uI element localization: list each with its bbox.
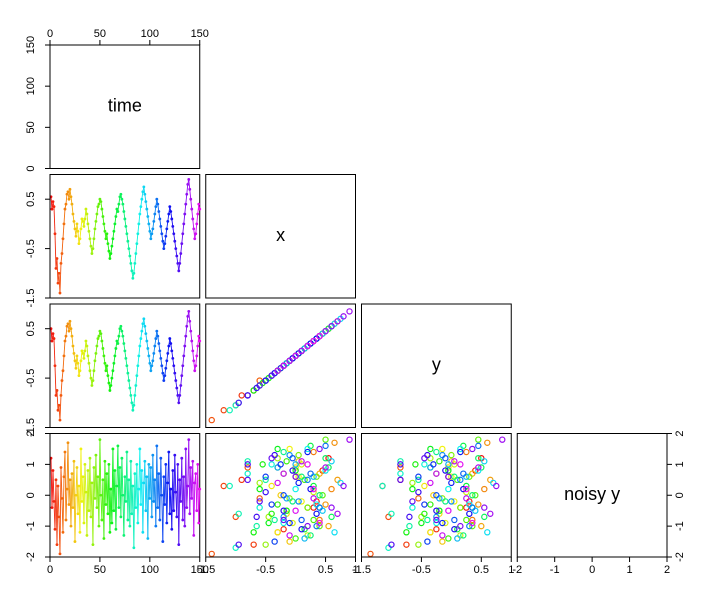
svg-text:0: 0	[25, 492, 37, 498]
panel-2-0	[50, 310, 202, 421]
svg-text:100: 100	[141, 564, 159, 576]
svg-text:150: 150	[191, 28, 209, 40]
svg-text:0.5: 0.5	[25, 192, 37, 207]
svg-text:-0.5: -0.5	[256, 564, 275, 576]
panel-label-noisy-y: noisy y	[564, 484, 620, 504]
panel-frame	[50, 304, 200, 428]
svg-text:-1.5: -1.5	[25, 289, 37, 308]
panel-label-x: x	[276, 225, 285, 245]
svg-text:2: 2	[25, 430, 37, 436]
panel-3-1	[209, 437, 352, 556]
svg-text:-0.5: -0.5	[25, 239, 37, 258]
svg-text:1: 1	[674, 461, 686, 467]
svg-text:0: 0	[47, 28, 53, 40]
panel-2-1	[209, 309, 352, 423]
svg-text:100: 100	[141, 28, 159, 40]
pairs-plot: timexynoisy y050100150050100150-1.5-0.50…	[0, 0, 712, 602]
svg-text:-2: -2	[674, 552, 686, 562]
svg-text:-2: -2	[25, 552, 37, 562]
panel-label-y: y	[432, 355, 441, 375]
svg-text:50: 50	[94, 564, 106, 576]
svg-text:-1: -1	[25, 521, 37, 531]
svg-text:-1: -1	[674, 521, 686, 531]
svg-text:0: 0	[674, 492, 686, 498]
svg-text:-0.5: -0.5	[412, 564, 431, 576]
svg-text:0: 0	[589, 564, 595, 576]
svg-text:-1.5: -1.5	[196, 564, 215, 576]
svg-text:50: 50	[94, 28, 106, 40]
svg-text:0.5: 0.5	[25, 321, 37, 336]
svg-text:0.5: 0.5	[318, 564, 333, 576]
svg-text:2: 2	[664, 564, 670, 576]
svg-text:0: 0	[47, 564, 53, 576]
svg-text:1: 1	[627, 564, 633, 576]
svg-text:0: 0	[25, 165, 37, 171]
svg-text:1: 1	[25, 461, 37, 467]
svg-text:100: 100	[25, 77, 37, 95]
svg-text:-1.5: -1.5	[352, 564, 371, 576]
panel-3-0	[50, 438, 202, 555]
panel-frame	[50, 175, 200, 299]
panel-1-0	[50, 178, 202, 294]
svg-text:-2: -2	[512, 564, 522, 576]
panel-3-2	[368, 437, 505, 556]
svg-text:-1: -1	[550, 564, 560, 576]
svg-text:150: 150	[25, 36, 37, 54]
panel-label-time: time	[108, 96, 142, 116]
svg-text:-0.5: -0.5	[25, 369, 37, 388]
svg-text:2: 2	[674, 430, 686, 436]
svg-text:0.5: 0.5	[474, 564, 489, 576]
svg-text:50: 50	[25, 121, 37, 133]
